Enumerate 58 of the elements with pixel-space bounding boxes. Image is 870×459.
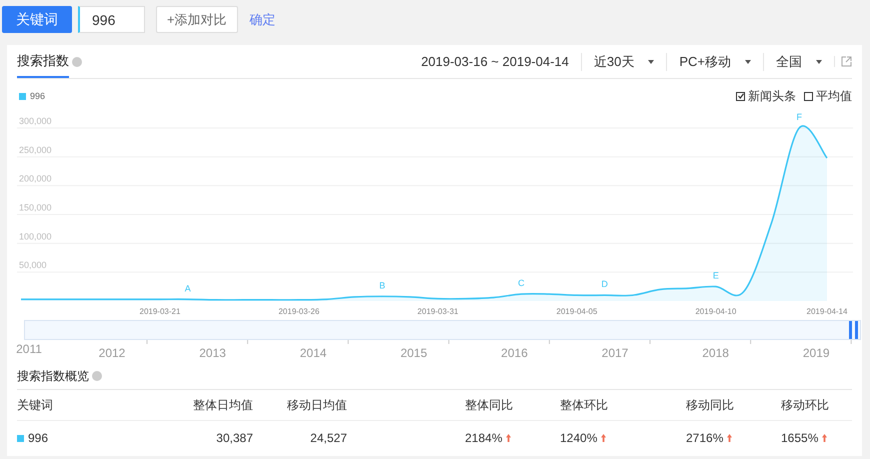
- checkbox-label[interactable]: 新闻头条: [748, 88, 796, 104]
- column-header: 关键词: [17, 396, 54, 414]
- table-cell: 996: [28, 431, 48, 445]
- axis-label: 200,000: [19, 174, 52, 184]
- year-label: 2011: [16, 342, 42, 356]
- year-label: 2013: [199, 346, 226, 360]
- axis-label: 150,000: [19, 202, 52, 212]
- checkbox[interactable]: [736, 92, 745, 100]
- year-label: 2016: [501, 346, 528, 360]
- filter-dropdown[interactable]: PC+移动: [666, 52, 763, 70]
- axis-label: 2019-03-26: [278, 307, 320, 316]
- timeline-track[interactable]: [24, 320, 861, 340]
- axis-label: 2019-04-14: [806, 307, 848, 316]
- filter-dropdown[interactable]: 近30天: [580, 52, 666, 70]
- column-header: 整体同比: [465, 396, 514, 414]
- help-icon[interactable]: [72, 56, 82, 66]
- overview-title: 搜索指数概览: [17, 368, 89, 384]
- axis-label: 2019-03-21: [140, 307, 180, 316]
- year-label: 2018: [702, 346, 729, 360]
- axis-label: 2019-04-05: [556, 307, 598, 316]
- help-icon[interactable]: [92, 371, 102, 381]
- checkbox[interactable]: [804, 92, 813, 100]
- year-label: 2019: [802, 346, 830, 360]
- axis-label: 300,000: [19, 116, 52, 126]
- axis-label: 250,000: [19, 144, 52, 155]
- keyword-button[interactable]: 关键词: [2, 6, 72, 33]
- year-label: 2012: [98, 346, 126, 360]
- column-header: 移动同比: [686, 396, 735, 414]
- table-cell: 1655%: [781, 431, 818, 445]
- axis-label: 2019-03-31: [417, 307, 458, 316]
- checkbox-label[interactable]: 平均值: [816, 88, 852, 104]
- external-link-icon[interactable]: [834, 56, 852, 67]
- column-header: 整体环比: [560, 396, 609, 414]
- table-cell: 2184%: [465, 431, 502, 445]
- date-range: 2019-03-16 ~ 2019-04-14: [421, 54, 570, 69]
- table-cell: 1240%: [560, 431, 598, 445]
- filter-dropdown[interactable]: 全国: [763, 52, 834, 70]
- column-header: 整体日均值: [192, 396, 253, 414]
- year-label: 2015: [400, 346, 428, 360]
- add-compare-button[interactable]: +添加对比: [156, 6, 238, 33]
- caret-icon: [816, 60, 822, 64]
- range-handle[interactable]: [849, 321, 858, 339]
- keyword-input[interactable]: 996: [78, 6, 145, 33]
- year-label: 2014: [300, 346, 327, 360]
- index-tab[interactable]: 搜索指数: [17, 45, 69, 78]
- confirm-link[interactable]: 确定: [250, 10, 276, 28]
- column-header: 移动日均值: [286, 396, 347, 414]
- column-header: 移动环比: [781, 396, 830, 414]
- legend-label: 996: [30, 91, 46, 101]
- table-cell: 2716%: [686, 431, 724, 445]
- year-label: 2017: [602, 346, 628, 360]
- axis-label: 100,000: [19, 231, 52, 242]
- table-cell: 30,387: [216, 431, 253, 445]
- caret-icon: [745, 60, 751, 64]
- table-cell: 24,527: [310, 431, 347, 445]
- axis-label: 2019-04-10: [695, 307, 736, 316]
- axis-label: 50,000: [19, 260, 47, 270]
- caret-icon: [648, 60, 654, 64]
